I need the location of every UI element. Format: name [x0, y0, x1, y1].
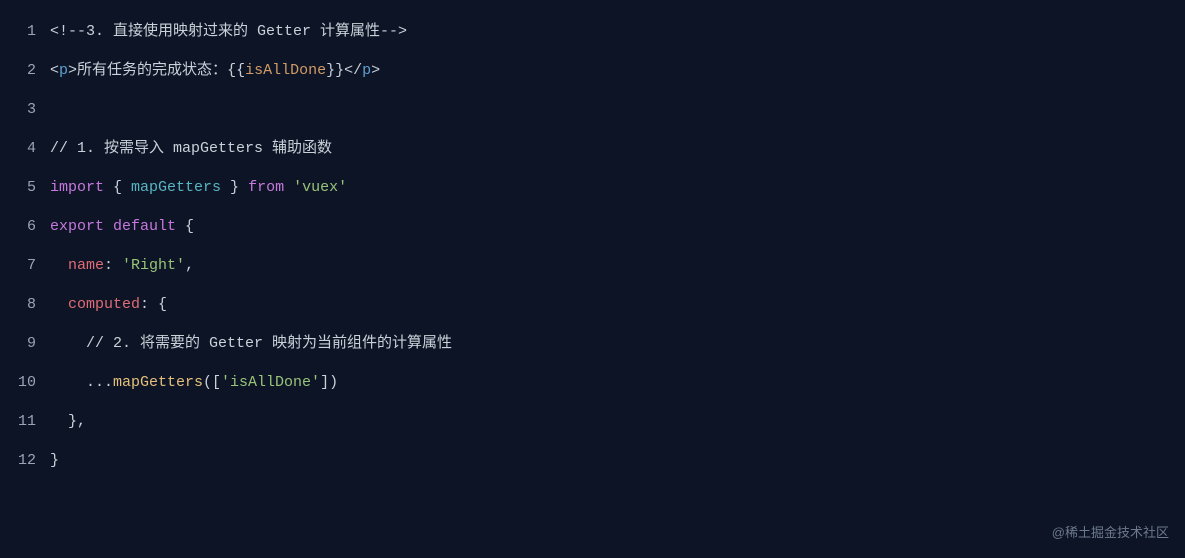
code-token: ])	[320, 374, 338, 391]
line-content: // 2. 将需要的 Getter 映射为当前组件的计算属性	[50, 324, 452, 363]
line-content: export default {	[50, 207, 194, 246]
code-line: 8 computed: {	[0, 285, 1185, 324]
code-token: p	[59, 62, 68, 79]
code-token: 'Right'	[122, 257, 185, 274]
line-content: import { mapGetters } from 'vuex'	[50, 168, 347, 207]
line-number: 11	[0, 402, 50, 441]
line-number: 6	[0, 207, 50, 246]
line-number: 2	[0, 51, 50, 90]
line-content: // 1. 按需导入 mapGetters 辅助函数	[50, 129, 332, 168]
code-token	[50, 296, 68, 313]
code-token: isAllDone	[245, 62, 326, 79]
code-token: // 1. 按需导入 mapGetters 辅助函数	[50, 140, 332, 157]
code-token: import	[50, 179, 104, 196]
code-token	[284, 179, 293, 196]
line-number: 10	[0, 363, 50, 402]
line-number: 5	[0, 168, 50, 207]
code-token: 'vuex'	[293, 179, 347, 196]
code-token: export	[50, 218, 104, 235]
code-token: name	[68, 257, 104, 274]
line-number: 8	[0, 285, 50, 324]
code-token: 'isAllDone'	[221, 374, 320, 391]
code-token: {	[104, 179, 131, 196]
code-token: // 2. 将需要的 Getter 映射为当前组件的计算属性	[50, 335, 452, 352]
code-token: mapGetters	[131, 179, 221, 196]
code-token: 所有任务的完成状态：	[77, 62, 227, 79]
code-token: }	[50, 452, 59, 469]
line-content: },	[50, 402, 86, 441]
code-token: <!--3. 直接使用映射过来的 Getter 计算属性-->	[50, 23, 407, 40]
code-token: }}	[326, 62, 344, 79]
code-line: 4// 1. 按需导入 mapGetters 辅助函数	[0, 129, 1185, 168]
code-line: 6export default {	[0, 207, 1185, 246]
code-token: }	[221, 179, 248, 196]
code-token: ...	[50, 374, 113, 391]
line-content: <!--3. 直接使用映射过来的 Getter 计算属性-->	[50, 12, 407, 51]
code-token: p	[362, 62, 371, 79]
line-content: }	[50, 441, 59, 480]
line-number: 7	[0, 246, 50, 285]
code-line: 9 // 2. 将需要的 Getter 映射为当前组件的计算属性	[0, 324, 1185, 363]
code-token: >	[68, 62, 77, 79]
code-token: : {	[140, 296, 167, 313]
code-line: 12}	[0, 441, 1185, 480]
line-content: <p>所有任务的完成状态：{{isAllDone}}</p>	[50, 51, 380, 90]
watermark-text: @稀土掘金技术社区	[1052, 516, 1169, 550]
code-line: 2<p>所有任务的完成状态：{{isAllDone}}</p>	[0, 51, 1185, 90]
code-line: 11 },	[0, 402, 1185, 441]
code-line: 1<!--3. 直接使用映射过来的 Getter 计算属性-->	[0, 12, 1185, 51]
code-line: 3	[0, 90, 1185, 129]
line-content: ...mapGetters(['isAllDone'])	[50, 363, 338, 402]
code-token	[50, 257, 68, 274]
code-token: default	[113, 218, 176, 235]
code-line: 7 name: 'Right',	[0, 246, 1185, 285]
line-content: computed: {	[50, 285, 167, 324]
line-content: name: 'Right',	[50, 246, 194, 285]
line-number: 12	[0, 441, 50, 480]
code-line: 5import { mapGetters } from 'vuex'	[0, 168, 1185, 207]
code-editor: 1<!--3. 直接使用映射过来的 Getter 计算属性-->2<p>所有任务…	[0, 12, 1185, 480]
code-token: mapGetters	[113, 374, 203, 391]
line-number: 3	[0, 90, 50, 129]
line-number: 1	[0, 12, 50, 51]
code-token: ([	[203, 374, 221, 391]
code-token: >	[371, 62, 380, 79]
line-number: 9	[0, 324, 50, 363]
code-line: 10 ...mapGetters(['isAllDone'])	[0, 363, 1185, 402]
code-token: :	[104, 257, 122, 274]
code-token	[104, 218, 113, 235]
code-token: },	[50, 413, 86, 430]
code-token: {	[176, 218, 194, 235]
code-token: {{	[227, 62, 245, 79]
code-token: computed	[68, 296, 140, 313]
code-token: ,	[185, 257, 194, 274]
code-token: <	[50, 62, 59, 79]
code-token: </	[344, 62, 362, 79]
code-token: from	[248, 179, 284, 196]
line-number: 4	[0, 129, 50, 168]
